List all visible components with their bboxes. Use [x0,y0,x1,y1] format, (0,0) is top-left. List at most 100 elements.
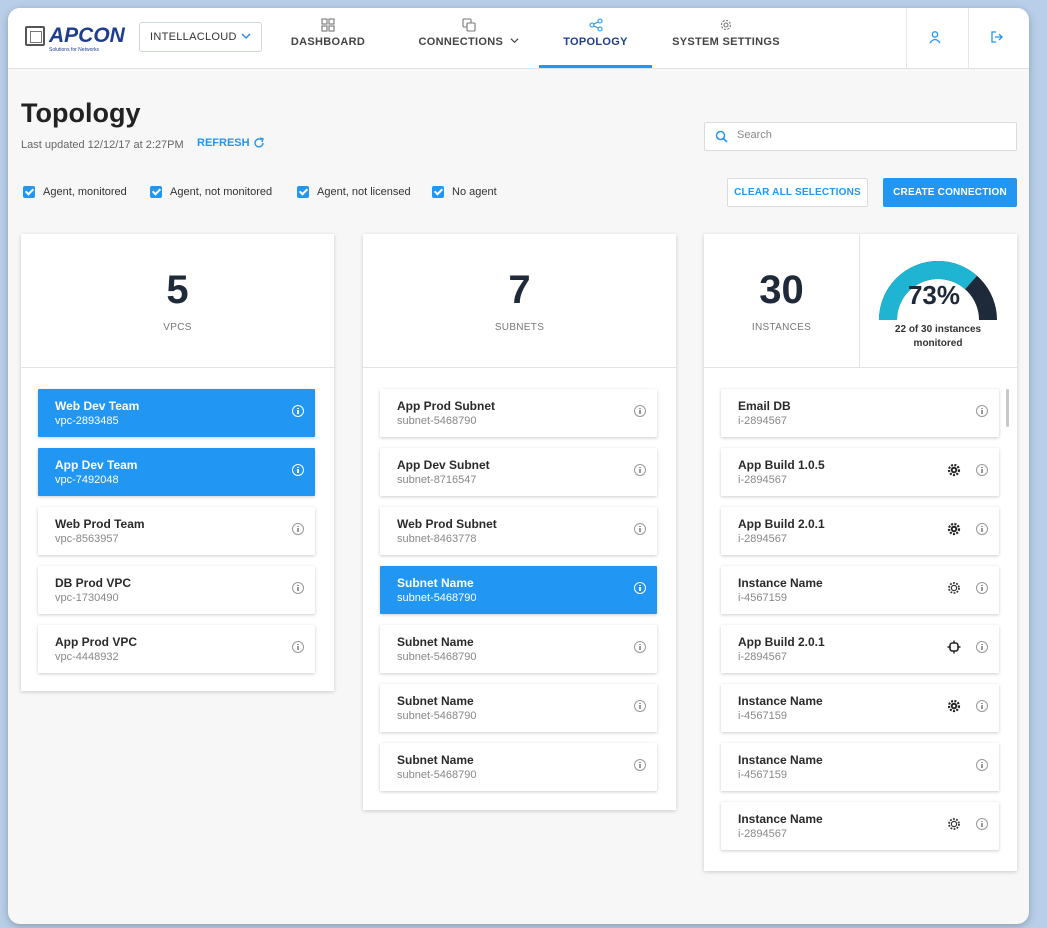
create-connection-button[interactable]: CREATE CONNECTION [883,178,1017,207]
subnet-card-id: subnet-5468790 [397,415,477,427]
subnet-card[interactable]: App Dev Subnet subnet-8716547 [380,448,657,496]
instance-card[interactable]: App Build 2.0.1 i-2894567 [721,507,999,555]
vpc-card-name: App Prod VPC [55,635,138,649]
subnet-card-name: App Dev Subnet [397,458,490,472]
info-icon[interactable] [634,582,646,594]
instance-card[interactable]: Instance Name i-2894567 [721,802,999,850]
nav-dashboard[interactable]: DASHBOARD [278,8,378,68]
info-icon[interactable] [292,464,304,476]
logout-button[interactable] [968,8,1026,68]
subnet-card[interactable]: Web Prod Subnet subnet-8463778 [380,507,657,555]
checkbox-checked-icon[interactable] [432,186,444,198]
info-icon[interactable] [976,700,988,712]
info-icon[interactable] [634,700,646,712]
clear-all-selections-button[interactable]: CLEAR ALL SELECTIONS [727,178,868,207]
info-icon[interactable] [976,818,988,830]
instance-card[interactable]: Instance Name i-4567159 [721,743,999,791]
subnet-card[interactable]: Subnet Name subnet-5468790 [380,684,657,732]
vpc-card[interactable]: App Dev Team vpc-7492048 [38,448,315,496]
subnet-card[interactable]: Subnet Name subnet-5468790 [380,743,657,791]
subnet-card-name: Subnet Name [397,635,474,649]
apcon-logo[interactable]: APCON Solutions for Networks [25,24,133,54]
refresh-label: REFRESH [197,137,250,149]
subnet-card[interactable]: Subnet Name subnet-5468790 [380,566,657,614]
vpcs-summary: 5 VPCS [21,234,334,368]
account-select[interactable]: INTELLACLOUD [139,22,262,52]
info-icon[interactable] [634,405,646,417]
subnet-card-id: subnet-5468790 [397,710,477,722]
nav-topology[interactable]: TOPOLOGY [539,8,652,68]
vpc-card[interactable]: App Prod VPC vpc-4448932 [38,625,315,673]
instance-card[interactable]: Instance Name i-4567159 [721,566,999,614]
info-icon[interactable] [976,405,988,417]
instance-card[interactable]: App Build 1.0.5 i-2894567 [721,448,999,496]
info-icon[interactable] [292,641,304,653]
search-icon [715,130,728,143]
info-icon[interactable] [292,405,304,417]
vpc-card-name: App Dev Team [55,458,138,472]
subnet-card-name: Subnet Name [397,753,474,767]
account-select-value: INTELLACLOUD [150,31,237,43]
nav-connections[interactable]: CONNECTIONS [409,8,529,68]
subnets-panel: 7 SUBNETS App Prod Subnet subnet-5468790 A… [363,234,676,810]
info-icon[interactable] [634,523,646,535]
info-icon[interactable] [976,641,988,653]
info-icon[interactable] [292,582,304,594]
vpc-card[interactable]: Web Prod Team vpc-8563957 [38,507,315,555]
monitoring-gauge-block: 73% 22 of 30 instances monitored [859,234,1017,367]
vpc-card-id: vpc-2893485 [55,415,119,427]
user-icon [929,31,941,44]
logo-tagline: Solutions for Networks [49,47,100,53]
gear-icon [947,463,961,477]
vpc-card-name: DB Prod VPC [55,576,132,590]
instance-card[interactable]: Email DB i-2894567 [721,389,999,437]
info-icon[interactable] [976,582,988,594]
vpc-card-id: vpc-7492048 [55,474,119,486]
vpc-card[interactable]: Web Dev Team vpc-2893485 [38,389,315,437]
gear-icon [947,699,961,713]
instance-card[interactable]: App Build 2.0.1 i-2894567 [721,625,999,673]
filter-label: Agent, not licensed [317,186,411,198]
instance-card-name: Instance Name [738,812,823,826]
instance-card-name: Instance Name [738,694,823,708]
info-icon[interactable] [976,464,988,476]
checkbox-checked-icon[interactable] [23,186,35,198]
subnet-card-name: App Prod Subnet [397,399,495,413]
instances-scrollbar[interactable] [1006,389,1009,427]
logout-icon [991,31,1003,43]
user-button[interactable] [906,8,964,68]
info-icon[interactable] [634,641,646,653]
checkbox-checked-icon[interactable] [297,186,309,198]
checkbox-checked-icon[interactable] [150,186,162,198]
nav-topology-label: TOPOLOGY [563,36,628,48]
gear-outline-icon [948,818,960,830]
chevron-down-icon [510,38,519,44]
refresh-button[interactable]: REFRESH [197,137,265,149]
search-input[interactable] [735,128,1009,142]
vpcs-label: VPCS [163,322,192,333]
info-icon[interactable] [976,523,988,535]
gauge-percent: 73% [907,280,961,310]
instance-card[interactable]: Instance Name i-4567159 [721,684,999,732]
instance-card-id: i-2894567 [738,651,787,663]
info-icon[interactable] [634,464,646,476]
subnet-card-id: subnet-5468790 [397,592,477,604]
chip-outline-icon [947,640,961,654]
instance-card-name: App Build 2.0.1 [738,517,825,531]
connections-icon [462,18,476,32]
instance-card-id: i-4567159 [738,769,787,781]
info-icon[interactable] [634,759,646,771]
nav-system-settings[interactable]: SYSTEM SETTINGS [666,8,786,68]
vpc-card-name: Web Dev Team [55,399,140,413]
subnet-card[interactable]: Subnet Name subnet-5468790 [380,625,657,673]
search-box[interactable] [704,122,1017,151]
info-icon[interactable] [292,523,304,535]
vpc-card[interactable]: DB Prod VPC vpc-1730490 [38,566,315,614]
info-icon[interactable] [976,759,988,771]
subnet-card[interactable]: App Prod Subnet subnet-5468790 [380,389,657,437]
nav-dashboard-label: DASHBOARD [290,36,366,48]
last-updated-text: Last updated 12/12/17 at 2:27PM [21,139,184,151]
gear-outline-icon [948,582,960,594]
nav-system-settings-label: SYSTEM SETTINGS [672,36,780,48]
subnets-label: SUBNETS [494,322,545,333]
